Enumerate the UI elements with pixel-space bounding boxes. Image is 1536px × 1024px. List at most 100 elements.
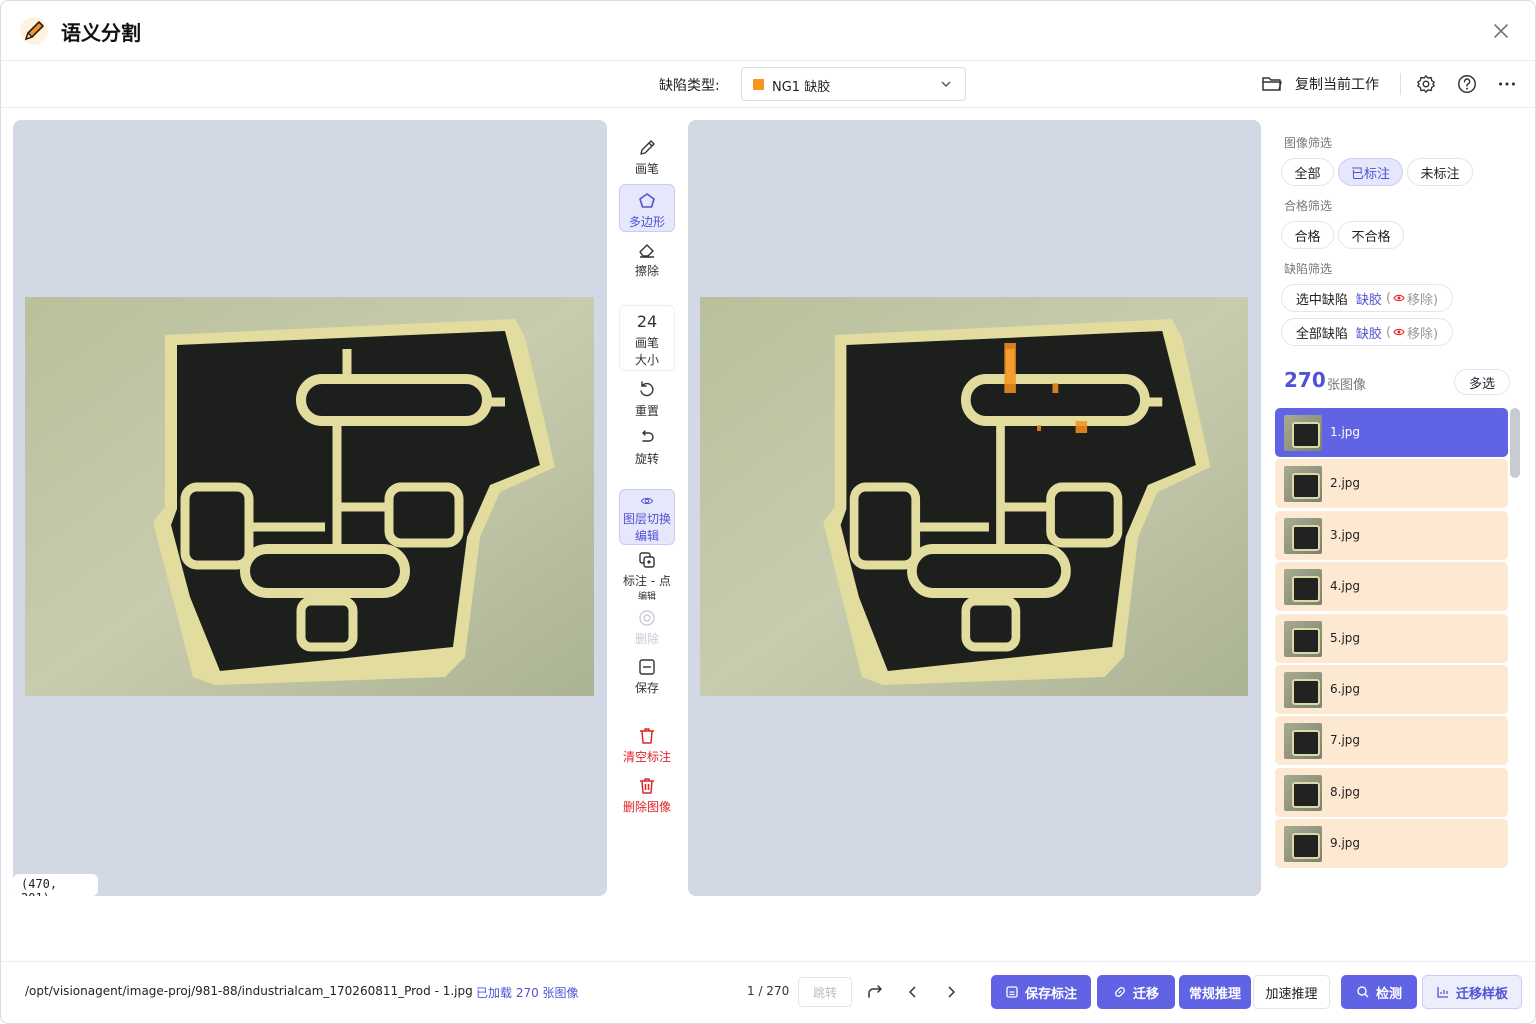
clear-annotations-label: 清空标注	[622, 750, 671, 764]
image-thumbnail	[1284, 620, 1322, 657]
tool-column: 画笔 多边形 擦除 24 画笔 大小 重置 旋转 图层切换 编辑 标注 - 点 …	[615, 120, 679, 896]
delete-image-tool[interactable]: 删除图像	[619, 776, 675, 815]
selected-defect-remove[interactable]: (移除)	[1386, 289, 1438, 308]
file-name: 7.jpg	[1330, 733, 1361, 748]
image-count-label: 张图像	[1327, 378, 1367, 393]
filter-pass-chip[interactable]: 合格	[1281, 221, 1334, 249]
image-thumbnail	[1284, 415, 1322, 451]
file-list-item[interactable]: 8.jpg	[1275, 767, 1508, 817]
page-indicator: 1 / 270	[747, 984, 790, 998]
search-icon	[1357, 986, 1369, 998]
file-list-item[interactable]: 5.jpg	[1275, 613, 1508, 663]
top-toolbar: 缺陷类型: NG1 缺胶 复制当前工作	[1, 61, 1535, 108]
brush-size-label-2: 大小	[634, 353, 659, 367]
image-thumbnail	[1284, 517, 1322, 554]
reset-label: 重置	[634, 404, 659, 418]
file-name: 1.jpg	[1330, 425, 1361, 439]
point-annotation-label-2: 编辑	[637, 592, 656, 602]
copy-work-button[interactable]: 复制当前工作	[1261, 71, 1379, 97]
eye-icon	[1393, 328, 1405, 336]
save-annotation-button[interactable]: 保存标注	[991, 975, 1091, 1009]
loaded-count: 已加载 270 张图像	[476, 986, 579, 1000]
file-list-item[interactable]: 4.jpg	[1275, 562, 1508, 612]
detect-button[interactable]: 检测	[1341, 975, 1417, 1009]
file-list-scrollbar[interactable]	[1510, 408, 1520, 478]
migrate-button[interactable]: 迁移	[1097, 975, 1175, 1009]
help-icon[interactable]	[1456, 73, 1478, 95]
rotate-tool[interactable]: 旋转	[619, 428, 675, 467]
brush-tool[interactable]: 画笔	[619, 138, 675, 177]
close-icon[interactable]	[1489, 19, 1513, 43]
all-defect-name: 缺胶	[1355, 326, 1382, 342]
file-list-item[interactable]: 2.jpg	[1275, 459, 1508, 509]
file-list-item[interactable]: 7.jpg	[1275, 716, 1508, 766]
delete-circle-icon	[639, 610, 655, 626]
annotated-image	[700, 297, 1248, 696]
layer-switch-label-1: 图层切换	[622, 512, 671, 526]
image-thumbnail	[1284, 826, 1322, 863]
fast-inference-button[interactable]: 加速推理	[1253, 975, 1330, 1009]
defect-type-value: NG1 缺胶	[772, 80, 831, 95]
filter-unannotated-chip[interactable]: 未标注	[1407, 158, 1473, 186]
detect-label: 检测	[1375, 986, 1402, 1002]
file-list-item[interactable]: 3.jpg	[1275, 510, 1508, 560]
chevron-right-icon[interactable]	[942, 983, 960, 1001]
copy-work-label: 复制当前工作	[1295, 77, 1379, 93]
jump-button[interactable]: 跳转	[798, 977, 852, 1007]
normal-inference-button[interactable]: 常规推理	[1179, 975, 1251, 1009]
file-name: 5.jpg	[1330, 630, 1361, 645]
point-annotation-tool[interactable]: 标注 - 点 编辑	[619, 550, 675, 602]
chevron-left-icon[interactable]	[904, 983, 922, 1001]
erase-tool[interactable]: 擦除	[619, 240, 675, 279]
file-list-item[interactable]: 9.jpg	[1275, 819, 1508, 869]
reset-tool[interactable]: 重置	[619, 380, 675, 419]
image-thumbnail	[1284, 723, 1322, 760]
redo-icon[interactable]	[866, 983, 884, 1001]
all-defect-chip[interactable]: 全部缺陷 缺胶 (移除)	[1281, 318, 1453, 346]
source-image-canvas[interactable]: (470, 201)	[13, 120, 607, 896]
more-icon[interactable]	[1496, 73, 1518, 95]
migrate-sample-button[interactable]: 迁移样板	[1422, 975, 1522, 1009]
eye-icon	[1393, 294, 1405, 302]
layer-switch-tool[interactable]: 图层切换 编辑	[619, 489, 675, 545]
selected-defect-name: 缺胶	[1355, 292, 1382, 308]
brush-size-control[interactable]: 24 画笔 大小	[619, 305, 675, 371]
filter-panel: 图像筛选 全部 已标注 未标注 合格筛选 合格 不合格 缺陷筛选 选中缺陷 缺胶…	[1269, 120, 1524, 896]
selected-defect-chip[interactable]: 选中缺陷 缺胶 (移除)	[1281, 284, 1453, 312]
filter-annotated-chip[interactable]: 已标注	[1338, 158, 1403, 186]
defect-color-swatch	[753, 79, 764, 90]
defect-filter-title: 缺陷筛选	[1284, 262, 1333, 276]
defect-type-select[interactable]: NG1 缺胶	[741, 67, 966, 101]
save-tool[interactable]: 保存	[619, 657, 675, 696]
rotate-icon	[642, 430, 654, 442]
pencil-logo-icon	[20, 17, 48, 45]
image-file-list: 1.jpg 2.jpg 3.jpg 4.jpg 5.jpg 6.jpg 7.jpg 8.jpg…	[1275, 408, 1509, 882]
all-defect-remove[interactable]: (移除)	[1386, 323, 1438, 342]
delete-image-label: 删除图像	[622, 800, 671, 814]
image-thumbnail	[1284, 466, 1322, 503]
image-path: /opt/visionagent/image-proj/981-88/indus…	[25, 984, 473, 998]
point-annotation-label-1: 标注 - 点	[623, 574, 671, 588]
chart-icon	[1437, 987, 1448, 998]
toolbar-divider	[1400, 73, 1401, 95]
filter-all-chip[interactable]: 全部	[1281, 158, 1334, 186]
polygon-label: 多边形	[628, 215, 665, 229]
multi-select-button[interactable]: 多选	[1454, 369, 1510, 395]
clear-annotations-tool[interactable]: 清空标注	[619, 726, 675, 765]
gear-icon[interactable]	[1415, 73, 1437, 95]
file-list-item[interactable]: 1.jpg	[1275, 408, 1508, 457]
save-label: 保存	[634, 681, 659, 695]
annotation-canvas[interactable]	[688, 120, 1261, 896]
file-list-item[interactable]: 6.jpg	[1275, 665, 1508, 714]
delete-tool[interactable]: 删除	[619, 608, 675, 647]
save-icon	[1006, 986, 1018, 998]
app-window: 语义分割 缺陷类型: NG1 缺胶 复制当前工作 (470, 画笔 多边形 擦除…	[0, 0, 1536, 1024]
source-image	[25, 297, 594, 696]
filter-fail-chip[interactable]: 不合格	[1338, 221, 1404, 249]
polygon-icon	[639, 193, 655, 208]
polygon-tool[interactable]: 多边形	[619, 184, 675, 232]
erase-label: 擦除	[634, 264, 659, 278]
trash-icon	[640, 778, 654, 794]
file-name: 6.jpg	[1330, 682, 1361, 696]
brush-size-label-1: 画笔	[634, 336, 659, 350]
